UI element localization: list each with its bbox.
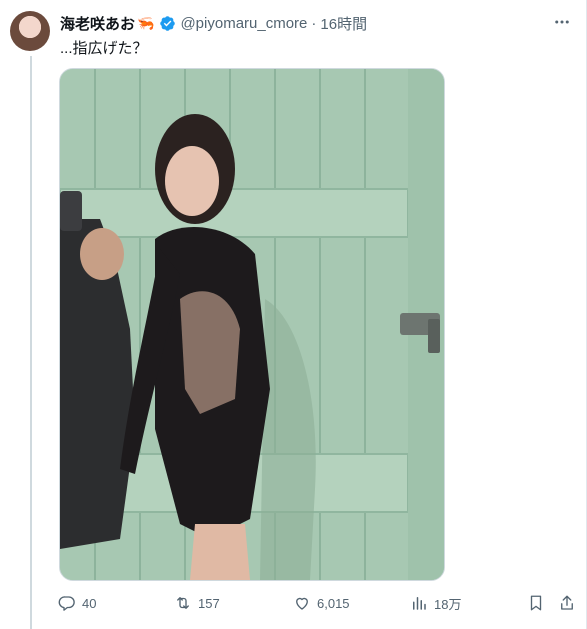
views-count: 18万 bbox=[434, 596, 462, 612]
bookmark-icon bbox=[530, 595, 542, 611]
reply-icon bbox=[58, 596, 75, 611]
retweet-count: 157 bbox=[198, 595, 220, 611]
tweet-actions: 40 157 6,015 18万 bbox=[58, 592, 578, 614]
retweet-icon bbox=[177, 597, 189, 609]
verified-badge-icon[interactable] bbox=[159, 15, 176, 32]
retweet-button[interactable]: 157 bbox=[174, 592, 220, 614]
shrimp-emoji: 🦐 bbox=[137, 14, 155, 31]
separator-dot: · bbox=[311, 14, 317, 32]
views-icon bbox=[413, 597, 426, 610]
share-icon bbox=[561, 595, 573, 610]
more-icon[interactable] bbox=[549, 11, 575, 33]
like-icon bbox=[296, 597, 308, 610]
timestamp[interactable]: 16時間 bbox=[320, 13, 367, 34]
reply-button[interactable]: 40 bbox=[58, 592, 96, 614]
views-button[interactable]: 18万 bbox=[410, 592, 461, 614]
thread-line bbox=[30, 56, 32, 629]
reply-count: 40 bbox=[82, 595, 97, 611]
share-button[interactable] bbox=[558, 592, 576, 614]
like-button[interactable]: 6,015 bbox=[293, 592, 350, 614]
tweet-text: ...指広げた？ bbox=[60, 40, 148, 57]
tweet-header: 海老咲あお 🦐 @piyomaru_cmore · 16時間 bbox=[60, 12, 367, 34]
avatar[interactable] bbox=[10, 11, 50, 51]
display-name[interactable]: 海老咲あお bbox=[60, 13, 135, 34]
bookmark-button[interactable] bbox=[527, 592, 545, 614]
tweet-photo[interactable] bbox=[59, 68, 445, 581]
author-handle[interactable]: @piyomaru_cmore bbox=[180, 15, 307, 32]
like-count: 6,015 bbox=[317, 595, 350, 611]
